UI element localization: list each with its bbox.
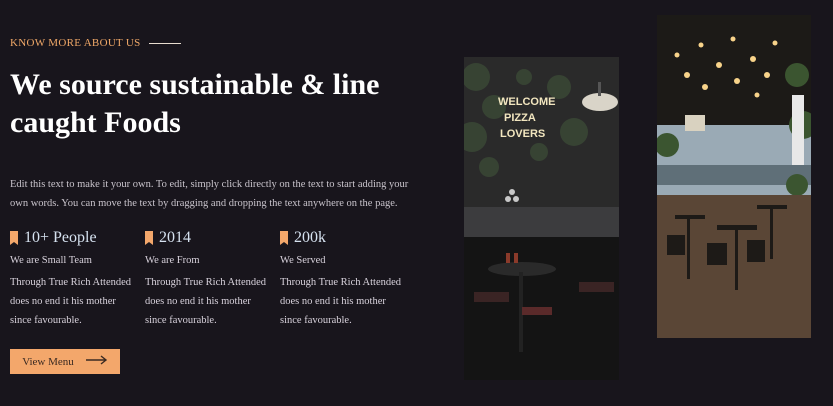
bookmark-icon bbox=[10, 231, 18, 245]
neon-sign-line-3: LOVERS bbox=[500, 128, 545, 140]
eyebrow: KNOW MORE ABOUT US bbox=[10, 37, 181, 49]
eyebrow-divider bbox=[148, 42, 181, 44]
stat-served: 200k We Served Through True Rich Attende… bbox=[280, 228, 410, 330]
restaurant-bar-photo: WELCOME PIZZA LOVERS bbox=[464, 57, 619, 380]
stat-label: We Served bbox=[280, 255, 326, 266]
stat-label: We are Small Team bbox=[10, 255, 92, 266]
stat-label: We are From bbox=[145, 255, 200, 266]
stat-value: 2014 bbox=[159, 229, 191, 246]
eyebrow-text: KNOW MORE ABOUT US bbox=[10, 37, 141, 49]
section-title: We source sustainable & line caught Food… bbox=[10, 66, 430, 142]
neon-sign-line-1: WELCOME bbox=[498, 96, 555, 108]
stat-value: 10+ People bbox=[24, 229, 97, 246]
view-menu-button[interactable]: View Menu bbox=[10, 349, 120, 374]
arrow-right-icon bbox=[85, 355, 108, 368]
title-line-1: We source sustainable & line bbox=[10, 68, 380, 101]
stat-value: 200k bbox=[294, 229, 326, 246]
stat-text: Through True Rich Attended does no end i… bbox=[10, 277, 132, 326]
neon-sign-line-2: PIZZA bbox=[504, 112, 536, 124]
bookmark-icon bbox=[145, 231, 153, 245]
restaurant-dining-photo bbox=[657, 15, 811, 338]
stat-text: Through True Rich Attended does no end i… bbox=[280, 277, 402, 326]
section-description: Edit this text to make it your own. To e… bbox=[10, 178, 409, 209]
bookmark-icon bbox=[280, 231, 288, 245]
title-line-2: caught Foods bbox=[10, 106, 181, 139]
view-menu-label: View Menu bbox=[22, 355, 74, 368]
stat-year: 2014 We are From Through True Rich Atten… bbox=[145, 228, 275, 330]
stat-people: 10+ People We are Small Team Through Tru… bbox=[10, 228, 140, 330]
stat-text: Through True Rich Attended does no end i… bbox=[145, 277, 267, 326]
